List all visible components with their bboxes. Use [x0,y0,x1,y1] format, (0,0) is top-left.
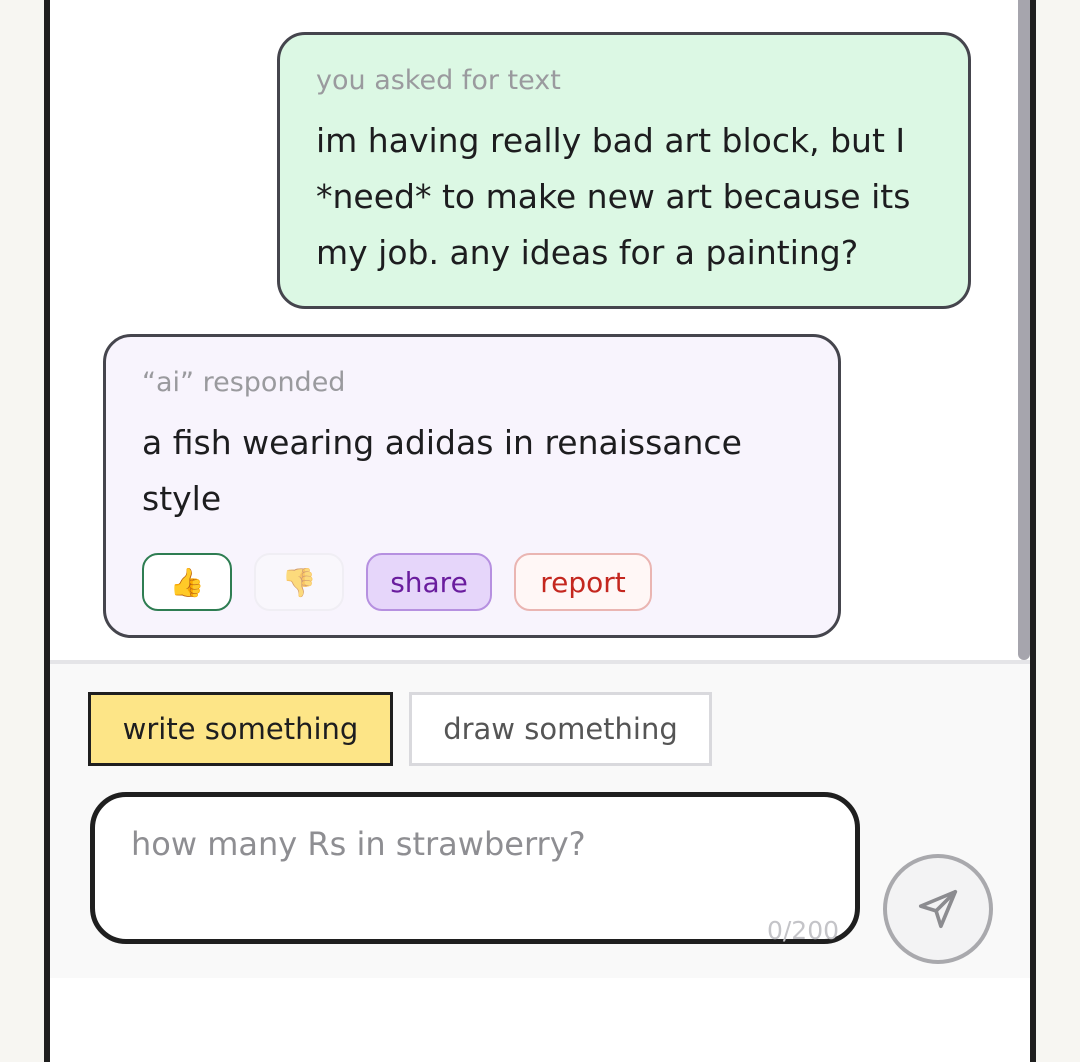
prompt-field[interactable]: 0/200 [90,792,860,945]
tab-write-something[interactable]: write something [88,692,393,766]
user-message-text: im having really bad art block, but I *n… [316,121,911,272]
share-button[interactable]: share [366,553,492,611]
composer-panel: write something draw something 0/200 [50,664,1030,978]
tab-draw-something[interactable]: draw something [409,692,712,766]
report-button[interactable]: report [514,553,652,611]
thumbs-down-icon: 👎 [281,565,317,599]
user-message-meta: you asked for text [316,65,561,96]
send-icon [918,889,958,929]
prompt-input[interactable] [131,825,811,863]
ai-message-meta: “ai” responded [142,367,346,398]
send-button[interactable] [883,854,993,964]
thumbs-up-button[interactable]: 👍 [142,553,232,611]
app-frame: you asked for text im having really bad … [44,0,1036,1062]
ai-message-bubble: “ai” responded a fish wearing adidas in … [103,334,841,638]
character-counter: 0/200 [766,916,839,945]
thumbs-up-icon: 👍 [169,565,205,599]
scrollbar[interactable] [1018,0,1030,660]
user-message-bubble: you asked for text im having really bad … [277,32,971,309]
reaction-bar: 👍 👎 share report [142,553,652,611]
ai-message-text: a fish wearing adidas in renaissance sty… [142,423,742,518]
thumbs-down-button[interactable]: 👎 [254,553,344,611]
